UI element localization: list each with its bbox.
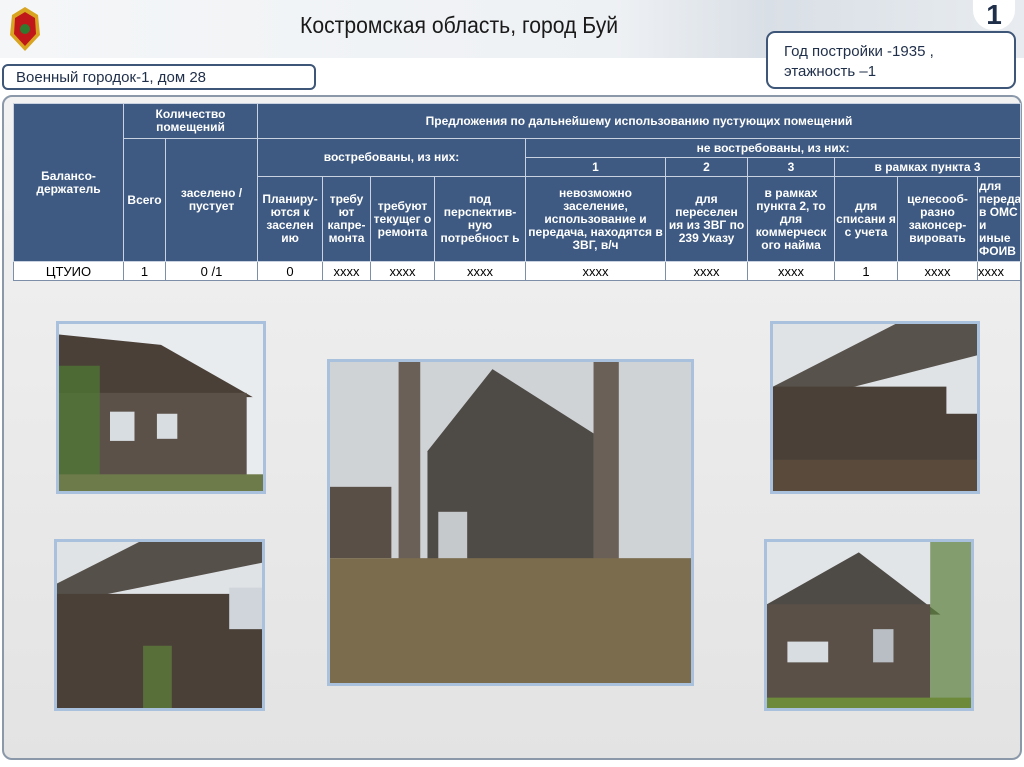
leaf-header: Планиру-ются к заселен ию bbox=[257, 176, 324, 262]
leaf-header: под перспектив-ную потребност ь bbox=[434, 176, 527, 262]
house-photo bbox=[770, 321, 980, 494]
header-total: Всего bbox=[123, 138, 166, 262]
cell: 0 /1 bbox=[164, 261, 259, 281]
leaf-header: невозможно заселение, использование и пе… bbox=[525, 176, 667, 262]
cell: хххх bbox=[747, 261, 836, 281]
header-within3: в рамках пункта 3 bbox=[834, 157, 1022, 177]
house-photo bbox=[56, 321, 266, 494]
table-row: ЦТУИО 1 0 /1 0 хххх хххх хххх хххх хххх … bbox=[13, 261, 1022, 281]
leaf-header: для передачи в ОМС и иные ФОИВ bbox=[977, 176, 1022, 262]
house-photo bbox=[54, 539, 265, 711]
build-year: Год постройки -1935 , bbox=[784, 43, 934, 60]
cell: ЦТУИО bbox=[13, 261, 124, 281]
cell: хххх bbox=[370, 261, 436, 281]
cell: хххх bbox=[434, 261, 527, 281]
cell: хххх bbox=[665, 261, 749, 281]
floors: этажность –1 bbox=[784, 63, 877, 80]
house-photo bbox=[764, 539, 974, 711]
leaf-header: для списани я с учета bbox=[834, 176, 899, 262]
header-not-demanded: не востребованы, из них: bbox=[525, 138, 1022, 158]
cell: хххх bbox=[897, 261, 979, 281]
cell: хххх bbox=[977, 261, 1022, 281]
house-photo-main bbox=[327, 359, 694, 686]
header-proposals: Предложения по дальнейшему использованию… bbox=[257, 103, 1022, 139]
leaf-header: целесооб-разно законсер-вировать bbox=[897, 176, 979, 262]
building-info-box: Год постройки -1935 , этажность –1 bbox=[766, 31, 1016, 89]
rooms-table: Балансо-держатель Количество помещений П… bbox=[13, 103, 1022, 281]
cell: хххх bbox=[525, 261, 667, 281]
leaf-header: требуют текущег о ремонта bbox=[370, 176, 436, 262]
cell: 0 bbox=[257, 261, 324, 281]
subtitle-box: Военный городок-1, дом 28 bbox=[2, 64, 316, 90]
header-occupied: заселено / пустует bbox=[164, 138, 259, 262]
cell: 1 bbox=[123, 261, 166, 281]
header-n1: 1 bbox=[525, 157, 667, 177]
cell: 1 bbox=[834, 261, 899, 281]
page-title: Костромская область, город Буй bbox=[300, 12, 619, 38]
cell: хххх bbox=[322, 261, 372, 281]
emblem-icon bbox=[10, 7, 40, 51]
leaf-header: требу ют капре-монта bbox=[322, 176, 372, 262]
header-n3: 3 bbox=[747, 157, 836, 177]
header-count: Количество помещений bbox=[122, 103, 259, 139]
leaf-header: в рамках пункта 2, то для коммерческ ого… bbox=[747, 176, 836, 262]
header-n2: 2 bbox=[665, 157, 749, 177]
header-holder: Балансо-держатель bbox=[13, 103, 124, 262]
header-demanded: востребованы, из них: bbox=[257, 138, 527, 177]
leaf-header: для переселен ия из ЗВГ по 239 Указу bbox=[665, 176, 749, 262]
